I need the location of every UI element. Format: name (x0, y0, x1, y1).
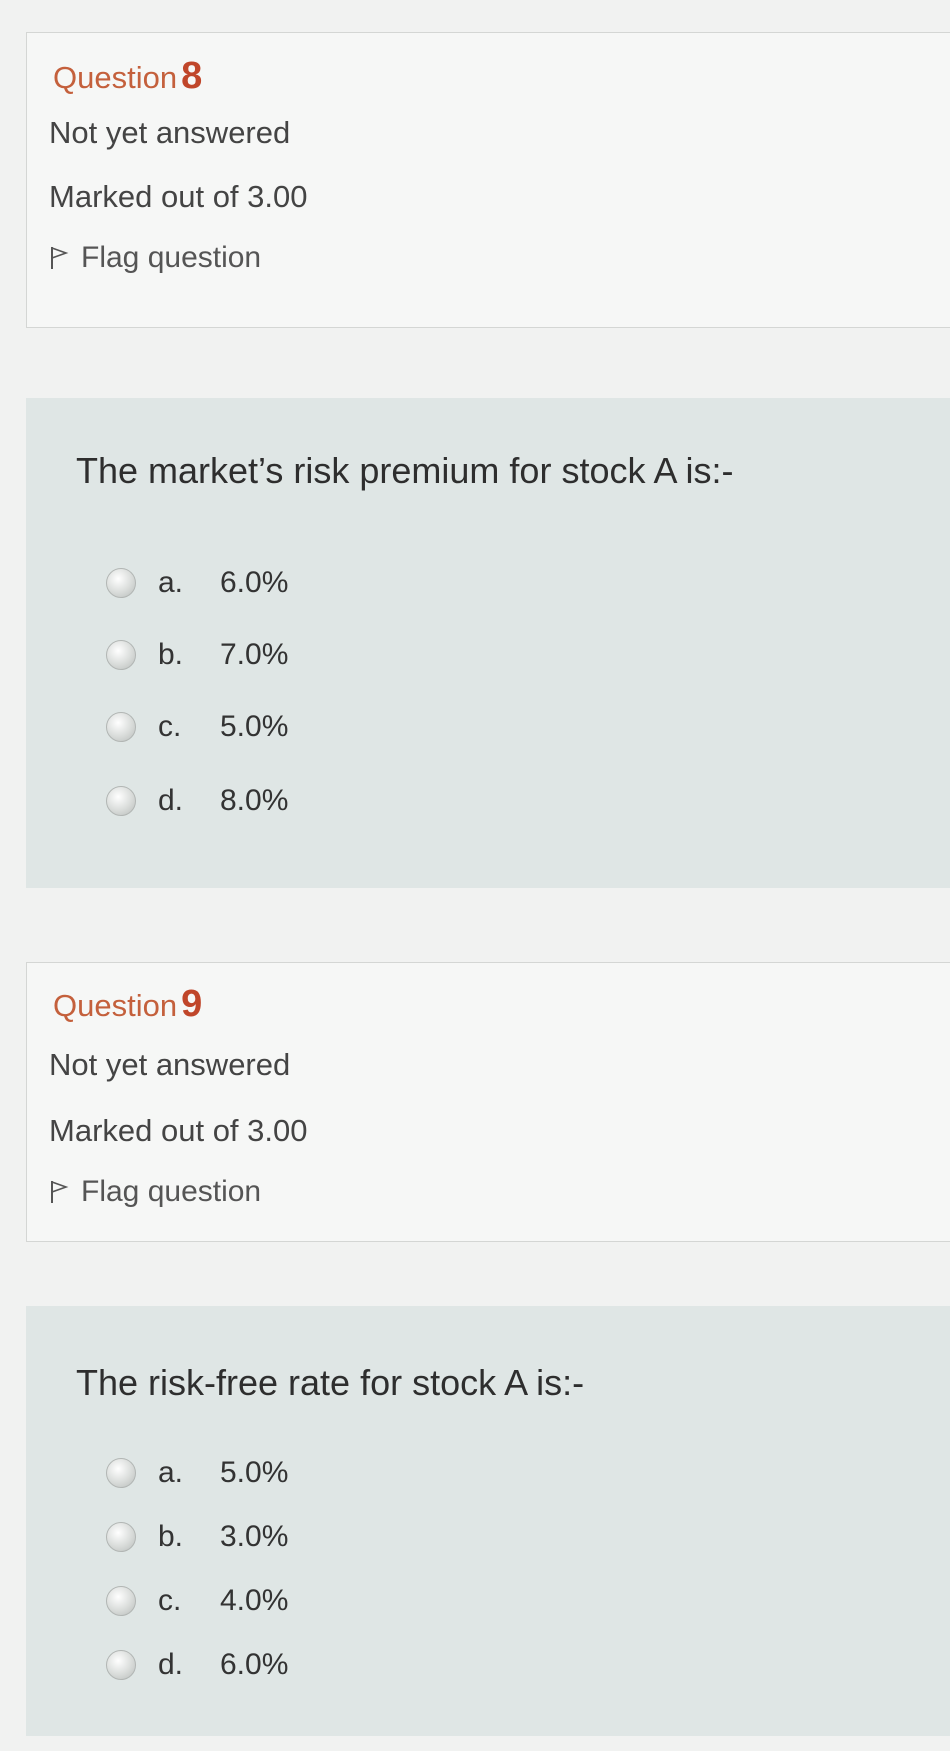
option-a[interactable]: a. 6.0% (106, 566, 288, 600)
option-letter: d. (158, 1648, 184, 1681)
question-label: Question (53, 988, 178, 1023)
radio-icon[interactable] (106, 1458, 136, 1488)
radio-icon[interactable] (106, 1586, 136, 1616)
option-value: 3.0% (220, 1520, 289, 1553)
question-9-flag-button[interactable]: Flag question (49, 1175, 261, 1209)
flag-icon (51, 246, 69, 269)
option-a[interactable]: a. 5.0% (106, 1456, 288, 1490)
option-value: 6.0% (220, 566, 289, 599)
radio-icon[interactable] (106, 640, 136, 670)
option-letter: d. (158, 784, 184, 817)
question-label: Question (53, 60, 178, 95)
option-d[interactable]: d. 8.0% (106, 784, 288, 818)
option-b[interactable]: b. 3.0% (106, 1520, 288, 1554)
question-9-marks: Marked out of 3.00 (49, 1113, 308, 1148)
flag-label: Flag question (81, 241, 262, 274)
flag-label: Flag question (81, 1175, 262, 1208)
question-number: 8 (181, 55, 203, 97)
option-letter: b. (158, 1520, 184, 1553)
question-8-heading: Question 8 (53, 55, 202, 98)
question-8-text: The market’s risk premium for stock A is… (76, 450, 734, 491)
question-9-text: The risk-free rate for stock A is:- (76, 1362, 585, 1403)
flag-icon (51, 1180, 69, 1203)
option-value: 7.0% (220, 638, 289, 671)
option-d[interactable]: d. 6.0% (106, 1648, 288, 1682)
option-letter: a. (158, 566, 184, 599)
question-9-heading: Question 9 (53, 983, 202, 1026)
question-8-info: Question 8 Not yet answered Marked out of… (26, 32, 950, 328)
option-value: 4.0% (220, 1584, 289, 1617)
radio-icon[interactable] (106, 1650, 136, 1680)
radio-icon[interactable] (106, 1522, 136, 1552)
radio-icon[interactable] (106, 568, 136, 598)
question-8-status: Not yet answered (49, 115, 291, 150)
question-8-content: The market’s risk premium for stock A is… (26, 398, 950, 888)
option-value: 6.0% (220, 1648, 289, 1681)
radio-icon[interactable] (106, 786, 136, 816)
question-8-marks: Marked out of 3.00 (49, 179, 308, 214)
option-c[interactable]: c. 4.0% (106, 1584, 288, 1618)
question-8-flag-button[interactable]: Flag question (49, 241, 261, 275)
option-letter: b. (158, 638, 184, 671)
option-value: 5.0% (220, 710, 289, 743)
option-value: 5.0% (220, 1456, 289, 1489)
radio-icon[interactable] (106, 712, 136, 742)
option-letter: a. (158, 1456, 184, 1489)
option-letter: c. (158, 710, 182, 743)
question-9-info: Question 9 Not yet answered Marked out of… (26, 962, 950, 1242)
question-9-status: Not yet answered (49, 1047, 291, 1082)
option-letter: c. (158, 1584, 182, 1617)
option-c[interactable]: c. 5.0% (106, 710, 288, 744)
option-value: 8.0% (220, 784, 289, 817)
question-9-content: The risk-free rate for stock A is:- a. 5… (26, 1306, 950, 1736)
question-number: 9 (181, 983, 203, 1025)
option-b[interactable]: b. 7.0% (106, 638, 288, 672)
